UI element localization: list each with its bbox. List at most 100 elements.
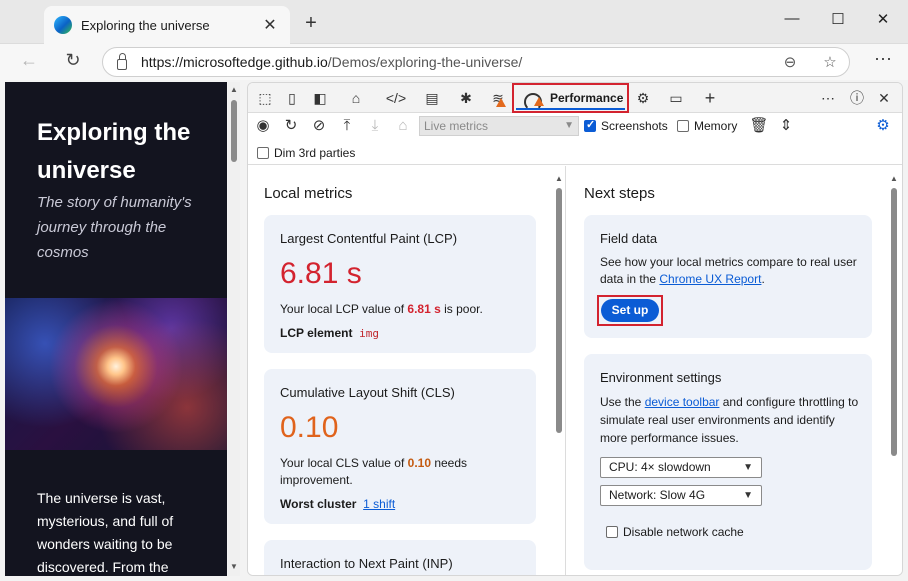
- network-warning-icon: [496, 98, 506, 107]
- console-icon[interactable]: ▤: [420, 88, 444, 108]
- tab-title: Exploring the universe: [81, 17, 210, 33]
- lock-icon[interactable]: [117, 52, 127, 70]
- device-emulation-icon[interactable]: ▯: [280, 88, 304, 108]
- favorite-star-icon[interactable]: ☆: [819, 53, 841, 71]
- scroll-up-arrow-icon[interactable]: ▲: [554, 174, 564, 183]
- address-bar[interactable]: https://microsoftedge.github.io/Demos/ex…: [102, 47, 850, 77]
- active-tab-indicator: [516, 108, 625, 110]
- screenshots-checkbox[interactable]: Screenshots: [584, 118, 668, 133]
- cls-value: 0.10: [280, 411, 339, 444]
- chevron-down-icon: ▼: [743, 490, 753, 501]
- application-icon[interactable]: ▭: [664, 88, 688, 108]
- disable-cache-box[interactable]: [606, 526, 618, 538]
- close-devtools-icon[interactable]: ✕: [872, 88, 896, 108]
- new-tab-button[interactable]: +: [300, 12, 322, 35]
- network-throttling-select[interactable]: Network: Slow 4G ▼: [600, 485, 762, 506]
- inspect-element-icon[interactable]: ⬚: [253, 88, 277, 108]
- load-profile-icon[interactable]: ⤒: [336, 115, 358, 137]
- setup-button[interactable]: Set up: [601, 299, 659, 322]
- tab-close-icon[interactable]: ✕: [260, 15, 280, 35]
- next-steps-heading: Next steps: [584, 185, 655, 202]
- record-icon[interactable]: ◉: [252, 115, 274, 137]
- cls-description: Your local CLS value of 0.10 needs impro…: [280, 456, 468, 487]
- devtools-tab-bar: ⬚ ▯ ◧ ⌂ </> ▤ ✱ ≋ Performance ⚙ ▭ + ⋯ ⓘ …: [248, 83, 902, 113]
- local-metrics-heading: Local metrics: [264, 185, 353, 202]
- dim-3rd-parties-box[interactable]: [257, 147, 269, 159]
- lcp-description: Your local LCP value of 6.81 s is poor.: [280, 302, 483, 316]
- close-window-button[interactable]: ✕: [868, 10, 898, 28]
- reload-record-icon[interactable]: ↻: [280, 115, 302, 137]
- local-metrics-panel: Local metrics Largest Contentful Paint (…: [248, 166, 566, 575]
- memory-checkbox-box[interactable]: [677, 120, 689, 132]
- inp-card: Interaction to Next Paint (INP): [264, 540, 536, 575]
- clear-icon[interactable]: ⊘: [308, 115, 330, 137]
- worst-cluster-link[interactable]: 1 shift: [363, 497, 395, 511]
- lcp-element-row: LCP element img: [280, 326, 380, 340]
- scrollbar-thumb[interactable]: [891, 188, 897, 456]
- nebula-image: [5, 298, 227, 450]
- scrollbar-thumb[interactable]: [556, 188, 562, 433]
- edge-icon: [54, 16, 72, 34]
- collapse-icon[interactable]: ⇕: [775, 115, 797, 137]
- save-profile-icon[interactable]: ⤓: [364, 115, 386, 137]
- scrollbar-thumb[interactable]: [231, 100, 237, 162]
- dim-3rd-parties-checkbox[interactable]: Dim 3rd parties: [257, 146, 355, 160]
- more-tools-plus-icon[interactable]: +: [698, 88, 722, 108]
- page-scrollbar[interactable]: ▲ ▼: [228, 82, 240, 576]
- settings-menu-button[interactable]: ⋯: [870, 49, 896, 70]
- scroll-down-arrow-icon[interactable]: ▼: [228, 562, 240, 571]
- memory-chip-icon[interactable]: ⚙: [631, 88, 655, 108]
- next-steps-scrollbar[interactable]: ▲: [889, 166, 899, 575]
- toggle-drawer-icon[interactable]: ◧: [308, 88, 332, 108]
- capture-settings-gear-icon[interactable]: ⚙: [872, 115, 894, 137]
- page-subtitle: The story of humanity's journey through …: [37, 194, 192, 261]
- page-body-text: The universe is vast, mysterious, and fu…: [37, 490, 174, 575]
- disable-network-cache-checkbox[interactable]: Disable network cache: [606, 525, 744, 539]
- help-icon[interactable]: ⓘ: [845, 88, 869, 108]
- garbage-collect-trash-icon[interactable]: 🗑: [748, 115, 770, 137]
- scroll-up-arrow-icon[interactable]: ▲: [889, 174, 899, 183]
- chevron-down-icon: ▼: [743, 462, 753, 473]
- screenshots-checkbox-box[interactable]: [584, 118, 596, 132]
- inp-title: Interaction to Next Paint (INP): [280, 556, 453, 571]
- customize-menu-icon[interactable]: ⋯: [816, 88, 840, 108]
- environment-description: Use the device toolbar and configure thr…: [600, 395, 859, 445]
- url-text: https://microsoftedge.github.io/Demos/ex…: [141, 54, 523, 70]
- device-toolbar-link[interactable]: device toolbar: [645, 395, 720, 409]
- lcp-element-node[interactable]: img: [359, 327, 379, 340]
- performance-gauge-icon: [524, 91, 544, 111]
- chrome-ux-report-link[interactable]: Chrome UX Report: [659, 272, 761, 286]
- tab-performance-label: Performance: [550, 91, 624, 105]
- sources-bug-icon[interactable]: ✱: [454, 88, 478, 108]
- lcp-title: Largest Contentful Paint (LCP): [280, 231, 458, 246]
- performance-toolbar-row2: Dim 3rd parties: [248, 139, 902, 165]
- cpu-throttling-select[interactable]: CPU: 4× slowdown ▼: [600, 457, 762, 478]
- cls-title: Cumulative Layout Shift (CLS): [280, 385, 455, 400]
- scroll-up-arrow-icon[interactable]: ▲: [228, 85, 240, 94]
- field-data-card: Field data See how your local metrics co…: [584, 215, 872, 338]
- chevron-down-icon: ▼: [564, 120, 574, 131]
- cls-card: Cumulative Layout Shift (CLS) 0.10 Your …: [264, 369, 536, 524]
- title-bar: Exploring the universe ✕ + — ☐ ✕: [0, 0, 908, 44]
- memory-checkbox[interactable]: Memory: [677, 119, 737, 133]
- elements-icon[interactable]: </>: [384, 88, 408, 108]
- reading-mode-icon[interactable]: ⊖: [779, 53, 801, 71]
- refresh-button[interactable]: ↻: [60, 50, 86, 71]
- field-data-title: Field data: [600, 231, 658, 246]
- browser-tab[interactable]: Exploring the universe ✕: [44, 6, 290, 44]
- worst-cluster-row: Worst cluster 1 shift: [280, 497, 396, 511]
- maximize-button[interactable]: ☐: [823, 10, 853, 28]
- local-metrics-scrollbar[interactable]: ▲: [554, 166, 564, 575]
- back-button[interactable]: ←: [16, 50, 42, 71]
- live-metrics-select[interactable]: Live metrics ▼: [419, 116, 579, 136]
- setup-button-highlight: Set up: [597, 295, 663, 326]
- devtools-panel: ⬚ ▯ ◧ ⌂ </> ▤ ✱ ≋ Performance ⚙ ▭ + ⋯ ⓘ …: [247, 82, 903, 576]
- lcp-value: 6.81 s: [280, 257, 362, 290]
- address-row: ← ↻ https://microsoftedge.github.io/Demo…: [0, 44, 908, 80]
- minimize-button[interactable]: —: [777, 10, 807, 27]
- welcome-home-icon[interactable]: ⌂: [344, 88, 368, 108]
- lcp-card: Largest Contentful Paint (LCP) 6.81 s Yo…: [264, 215, 536, 353]
- web-page: Exploring the universe The story of huma…: [5, 82, 227, 576]
- home-icon[interactable]: ⌂: [392, 115, 414, 137]
- tab-performance[interactable]: Performance: [512, 83, 629, 113]
